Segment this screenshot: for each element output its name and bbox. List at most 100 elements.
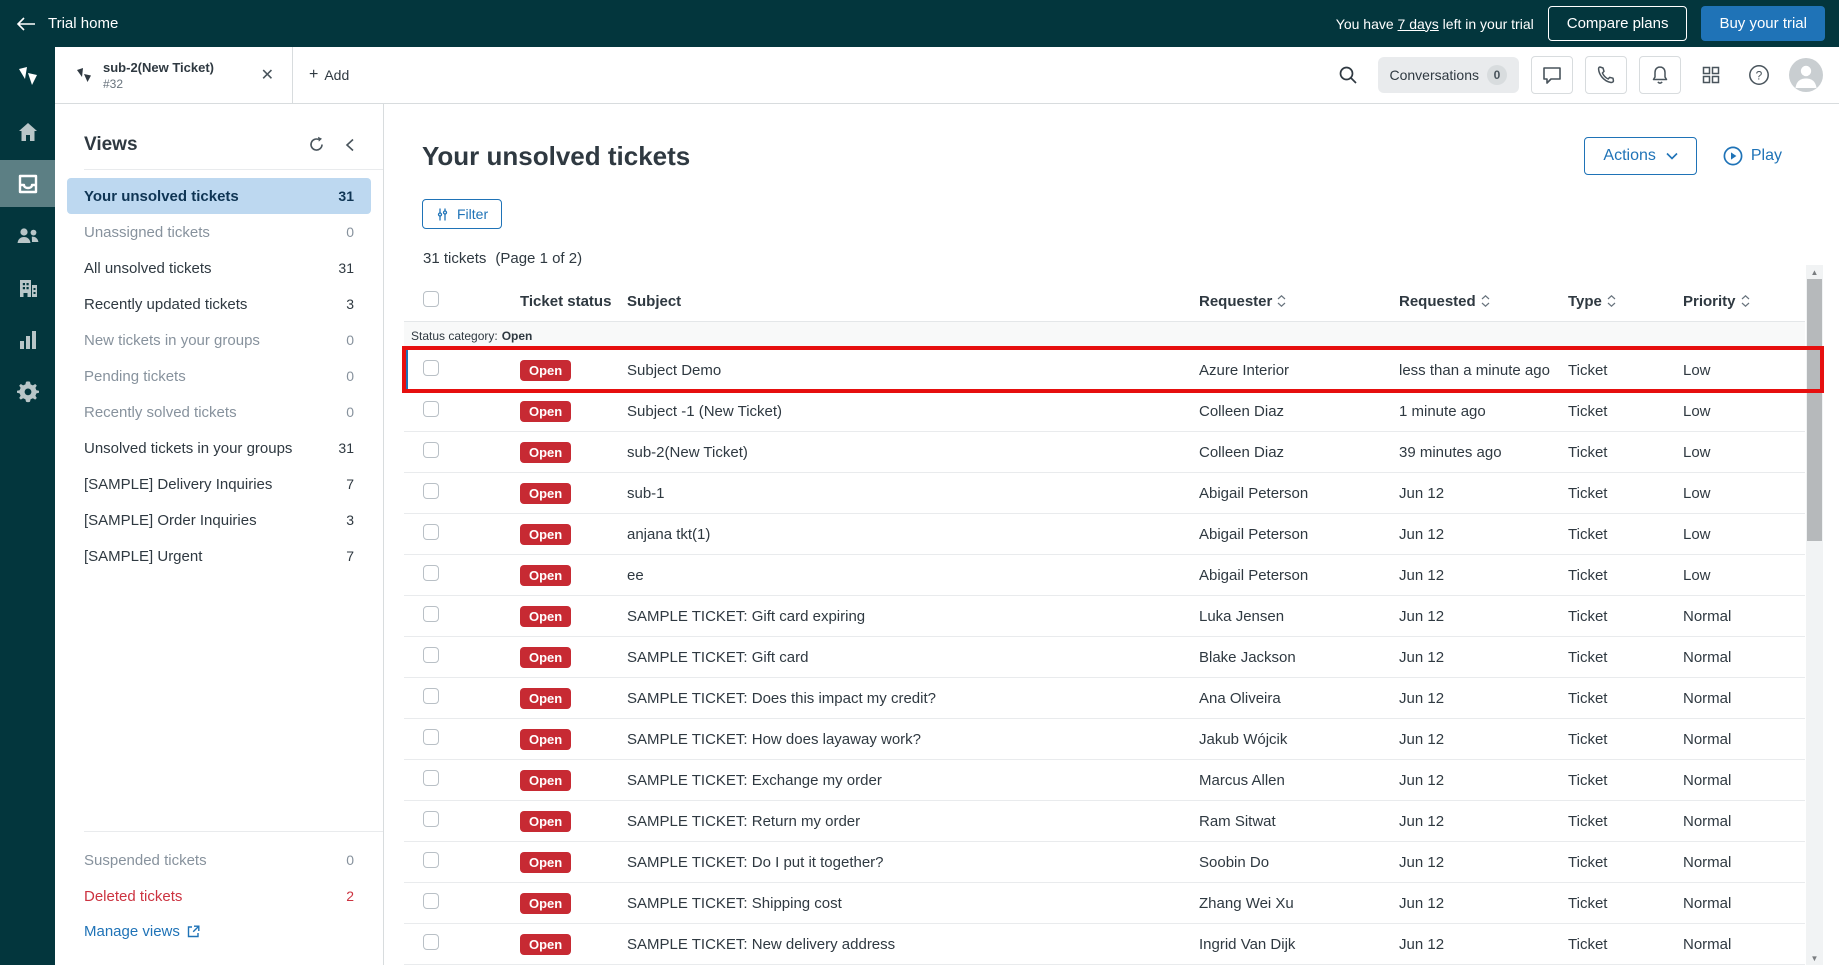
- help-icon[interactable]: ?: [1741, 57, 1777, 93]
- sidebar-item-admin[interactable]: [0, 368, 55, 415]
- scrollbar-thumb[interactable]: [1807, 279, 1822, 541]
- close-icon[interactable]: ✕: [253, 61, 282, 89]
- row-checkbox[interactable]: [423, 442, 439, 458]
- table-row[interactable]: Open ee Abigail Peterson Jun 12 Ticket L…: [404, 555, 1805, 596]
- row-checkbox[interactable]: [423, 360, 439, 376]
- column-priority[interactable]: Priority: [1683, 293, 1805, 310]
- row-checkbox[interactable]: [423, 647, 439, 663]
- row-checkbox[interactable]: [423, 934, 439, 950]
- phone-icon[interactable]: [1585, 56, 1627, 94]
- admin-icon: [16, 380, 40, 404]
- row-checkbox[interactable]: [423, 565, 439, 581]
- priority-cell: Low: [1683, 526, 1805, 543]
- row-checkbox[interactable]: [423, 606, 439, 622]
- search-icon[interactable]: [1330, 57, 1366, 93]
- view-item[interactable]: Recently updated tickets 3: [67, 286, 371, 322]
- type-cell: Ticket: [1568, 772, 1683, 789]
- sidebar-item-reporting[interactable]: [0, 316, 55, 363]
- table-row[interactable]: Open SAMPLE TICKET: New delivery address…: [404, 924, 1805, 965]
- row-checkbox[interactable]: [423, 401, 439, 417]
- row-checkbox[interactable]: [423, 483, 439, 499]
- main-content: Your unsolved tickets Actions Play Filte…: [384, 104, 1839, 965]
- view-item[interactable]: [SAMPLE] Delivery Inquiries 7: [67, 466, 371, 502]
- priority-cell: Normal: [1683, 895, 1805, 912]
- back-arrow-icon[interactable]: [16, 17, 36, 31]
- column-requested[interactable]: Requested: [1399, 293, 1568, 310]
- customers-icon: [15, 224, 41, 248]
- table-scrollbar[interactable]: ▲ ▼: [1806, 265, 1823, 965]
- view-item[interactable]: New tickets in your groups 0: [67, 322, 371, 358]
- view-item[interactable]: [SAMPLE] Order Inquiries 3: [67, 502, 371, 538]
- buy-trial-button[interactable]: Buy your trial: [1701, 6, 1825, 41]
- table-row[interactable]: Open sub-2(New Ticket) Colleen Diaz 39 m…: [404, 432, 1805, 473]
- requested-cell: Jun 12: [1399, 936, 1568, 953]
- conversations-button[interactable]: Conversations 0: [1378, 57, 1520, 93]
- row-checkbox[interactable]: [423, 811, 439, 827]
- view-item[interactable]: Recently solved tickets 0: [67, 394, 371, 430]
- row-checkbox[interactable]: [423, 524, 439, 540]
- table-row[interactable]: Open SAMPLE TICKET: How does layaway wor…: [404, 719, 1805, 760]
- add-tab-button[interactable]: + Add: [293, 47, 365, 103]
- table-row[interactable]: Open SAMPLE TICKET: Do I put it together…: [404, 842, 1805, 883]
- refresh-icon[interactable]: [298, 132, 335, 157]
- table-row[interactable]: Open SAMPLE TICKET: Gift card Blake Jack…: [404, 637, 1805, 678]
- column-ticket-status: Ticket status: [520, 293, 627, 310]
- view-item[interactable]: Deleted tickets 2: [67, 878, 371, 914]
- sidebar-item-customers[interactable]: [0, 212, 55, 259]
- play-button[interactable]: Play: [1723, 146, 1782, 166]
- page-title: Your unsolved tickets: [422, 141, 1584, 172]
- requester-cell: Azure Interior: [1199, 362, 1399, 379]
- row-checkbox[interactable]: [423, 852, 439, 868]
- view-item[interactable]: Suspended tickets 0: [67, 842, 371, 878]
- table-row[interactable]: Open anjana tkt(1) Abigail Peterson Jun …: [404, 514, 1805, 555]
- chat-icon[interactable]: [1531, 56, 1573, 94]
- actions-button[interactable]: Actions: [1584, 137, 1696, 175]
- view-item-count: 0: [346, 852, 354, 868]
- view-item[interactable]: Unsolved tickets in your groups 31: [67, 430, 371, 466]
- table-row[interactable]: Open SAMPLE TICKET: Shipping cost Zhang …: [404, 883, 1805, 924]
- zendesk-logo-icon[interactable]: [0, 47, 55, 104]
- table-row[interactable]: Open SAMPLE TICKET: Exchange my order Ma…: [404, 760, 1805, 801]
- view-item-label: Deleted tickets: [84, 888, 182, 905]
- type-cell: Ticket: [1568, 649, 1683, 666]
- row-checkbox[interactable]: [423, 770, 439, 786]
- ticket-tab[interactable]: sub-2(New Ticket) #32 ✕: [55, 47, 293, 103]
- table-row[interactable]: Open Subject Demo Azure Interior less th…: [404, 350, 1805, 391]
- organizations-icon: [16, 276, 40, 300]
- view-item[interactable]: All unsolved tickets 31: [67, 250, 371, 286]
- view-item[interactable]: [SAMPLE] Urgent 7: [67, 538, 371, 574]
- grid-icon[interactable]: [1693, 57, 1729, 93]
- table-row[interactable]: Open sub-1 Abigail Peterson Jun 12 Ticke…: [404, 473, 1805, 514]
- sidebar-item-views[interactable]: [0, 160, 55, 207]
- scroll-down-icon[interactable]: ▼: [1806, 951, 1823, 965]
- compare-plans-button[interactable]: Compare plans: [1548, 6, 1688, 41]
- view-item[interactable]: Unassigned tickets 0: [67, 214, 371, 250]
- sidebar-item-organizations[interactable]: [0, 264, 55, 311]
- priority-cell: Low: [1683, 567, 1805, 584]
- avatar[interactable]: [1789, 58, 1823, 92]
- manage-views-link[interactable]: Manage views: [67, 914, 371, 949]
- table-row[interactable]: Open SAMPLE TICKET: Return my order Ram …: [404, 801, 1805, 842]
- scroll-up-icon[interactable]: ▲: [1806, 265, 1823, 279]
- table-row[interactable]: Open SAMPLE TICKET: Does this impact my …: [404, 678, 1805, 719]
- view-item[interactable]: Pending tickets 0: [67, 358, 371, 394]
- column-type[interactable]: Type: [1568, 293, 1683, 310]
- select-all-checkbox[interactable]: [423, 291, 439, 307]
- view-item[interactable]: Your unsolved tickets 31: [67, 178, 371, 214]
- column-requester[interactable]: Requester: [1199, 293, 1399, 310]
- requester-cell: Colleen Diaz: [1199, 444, 1399, 461]
- table-row[interactable]: Open Subject -1 (New Ticket) Colleen Dia…: [404, 391, 1805, 432]
- row-checkbox[interactable]: [423, 688, 439, 704]
- trial-home-link[interactable]: Trial home: [48, 15, 118, 32]
- requested-cell: Jun 12: [1399, 690, 1568, 707]
- subject-cell: ee: [627, 567, 1199, 584]
- bell-icon[interactable]: [1639, 56, 1681, 94]
- filter-button[interactable]: Filter: [422, 199, 502, 229]
- row-checkbox[interactable]: [423, 729, 439, 745]
- sidebar-item-home[interactable]: [0, 108, 55, 155]
- subject-cell: SAMPLE TICKET: Does this impact my credi…: [627, 690, 1199, 707]
- row-checkbox[interactable]: [423, 893, 439, 909]
- subject-cell: sub-1: [627, 485, 1199, 502]
- collapse-panel-icon[interactable]: [335, 134, 365, 156]
- table-row[interactable]: Open SAMPLE TICKET: Gift card expiring L…: [404, 596, 1805, 637]
